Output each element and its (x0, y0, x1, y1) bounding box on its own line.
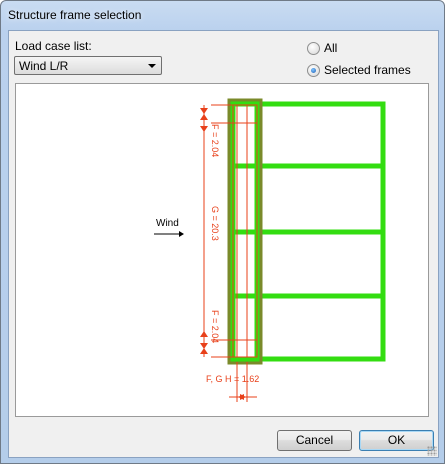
title-bar[interactable]: Structure frame selection (1, 1, 444, 29)
dim-bottom-text: F = 2.04 (210, 310, 220, 343)
radio-all-icon[interactable] (307, 41, 320, 55)
load-case-value: Wind L/R (19, 59, 69, 73)
load-case-dropdown[interactable]: Wind L/R (14, 56, 162, 75)
arrow-2 (200, 114, 208, 120)
arrow-4 (200, 331, 208, 337)
ok-button[interactable]: OK (359, 430, 434, 451)
dialog-client-area: Load case list: Wind L/R All Selected fr… (8, 30, 439, 458)
radio-selected-frames-label[interactable]: Selected frames (324, 63, 411, 77)
arrow-1 (200, 108, 208, 114)
dim-middle-text: G = 20.3 (210, 206, 220, 241)
chevron-down-icon (148, 64, 156, 68)
resize-grip-icon[interactable] (427, 446, 437, 456)
dialog-window: Structure frame selection Load case list… (0, 0, 445, 464)
dimension-arrows (200, 108, 246, 400)
wind-label: Wind (156, 218, 179, 229)
arrow-3 (200, 126, 208, 132)
radio-all[interactable]: All (307, 41, 337, 55)
radio-all-label[interactable]: All (324, 41, 337, 55)
frame-grid (230, 101, 386, 362)
radio-selected-frames-icon[interactable] (307, 63, 320, 77)
dim-width-text: F, G H = 1.62 (206, 374, 259, 384)
dim-top-text: F = 2.04 (210, 124, 220, 157)
cancel-button[interactable]: Cancel (277, 430, 352, 451)
arrow-6 (200, 348, 208, 354)
load-case-label: Load case list: (15, 39, 92, 53)
wind-arrow-icon (154, 231, 184, 237)
structure-drawing: F = 2.04 G = 20.3 F = 2.04 F, G H = 1.62… (154, 98, 386, 402)
window-title: Structure frame selection (8, 8, 142, 22)
structure-canvas[interactable]: F = 2.04 G = 20.3 F = 2.04 F, G H = 1.62… (15, 83, 429, 417)
radio-selected-frames[interactable]: Selected frames (307, 63, 411, 77)
